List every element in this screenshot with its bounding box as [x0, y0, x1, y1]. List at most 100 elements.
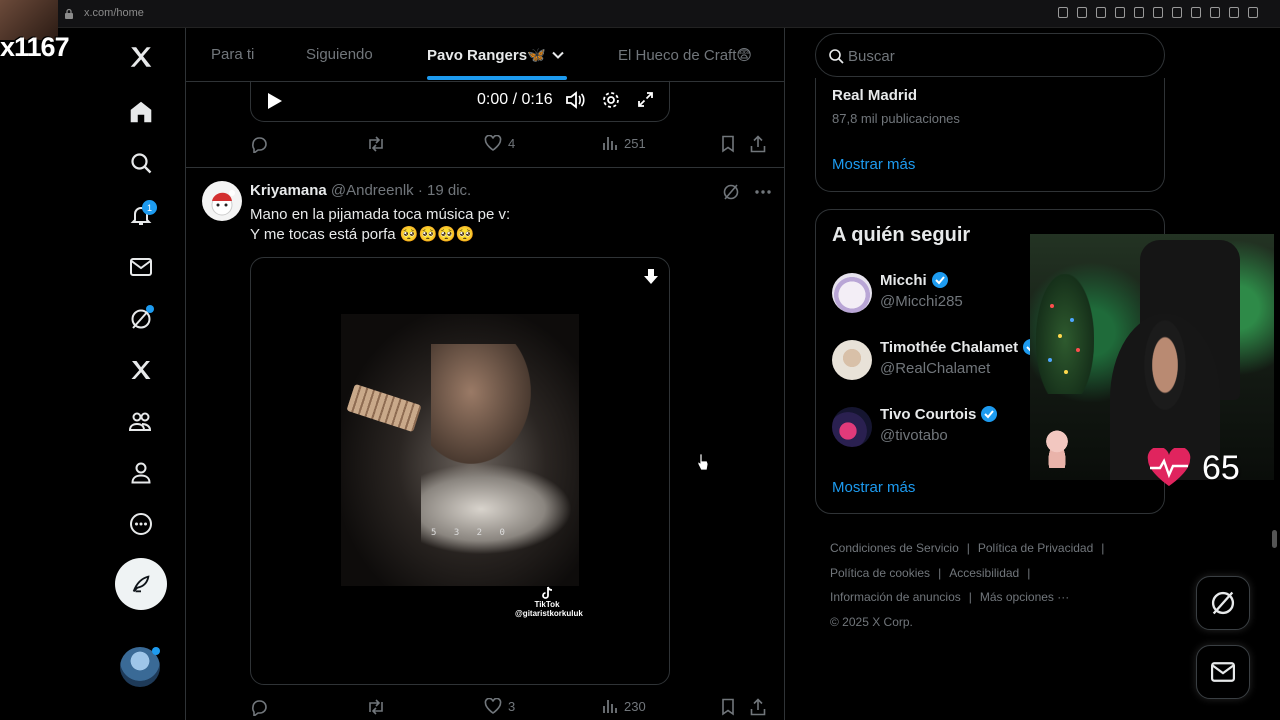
tweet-video-media[interactable]: 5 3 2 0 TikTok @gitaristkorkuluk [250, 257, 670, 685]
compose-post-button[interactable] [115, 558, 167, 610]
extensions-icon[interactable] [1210, 7, 1220, 18]
footer-ads-info-link[interactable]: Información de anuncios [830, 590, 961, 604]
reply-icon[interactable] [250, 135, 268, 153]
grok-floating-button[interactable] [1196, 576, 1250, 630]
suggestion-name-text: Timothée Chalamet [880, 338, 1019, 356]
suggestion-name[interactable]: Timothée Chalamet [880, 338, 1040, 356]
account-avatar[interactable] [120, 647, 160, 687]
views-button[interactable]: 251 [602, 135, 646, 151]
verified-badge-icon [931, 272, 948, 288]
avatar[interactable] [832, 407, 872, 447]
trends-show-more-link[interactable]: Mostrar más [832, 156, 915, 173]
streamer-webcam-overlay [1030, 234, 1274, 480]
more-icon[interactable] [124, 507, 158, 541]
pin-icon[interactable] [1077, 7, 1087, 18]
footer-cookies-link[interactable]: Política de cookies [830, 566, 930, 580]
footer-privacy-link[interactable]: Política de Privacidad [978, 541, 1093, 555]
avatar[interactable] [832, 273, 872, 313]
bookmark-page-icon[interactable] [1096, 7, 1106, 18]
account-status-dot [152, 647, 160, 655]
view-count: 230 [624, 698, 646, 714]
tweet-text-line: Y me tocas está porfa 🥺🥺🥺🥺 [250, 226, 475, 243]
search-icon[interactable] [124, 146, 158, 180]
active-tab-indicator [427, 76, 567, 80]
avatar[interactable] [832, 340, 872, 380]
notifications-badge: 1 [142, 200, 157, 215]
play-extension-icon[interactable] [1153, 7, 1163, 18]
messages-icon[interactable] [124, 250, 158, 284]
reply-icon[interactable] [250, 698, 268, 716]
zoom-icon[interactable] [1058, 7, 1068, 18]
messages-floating-button[interactable] [1196, 645, 1250, 699]
tab-para-ti[interactable]: Para ti [211, 46, 254, 63]
heart-extension-icon[interactable] [1172, 7, 1182, 18]
browser-extensions [1058, 7, 1258, 18]
like-count: 3 [508, 698, 516, 714]
suggestion-name[interactable]: Tivo Courtois [880, 405, 998, 423]
home-icon[interactable] [124, 95, 158, 129]
video-player-controls: 0:00 / 0:16 [250, 80, 670, 122]
tweet-author-avatar[interactable] [202, 181, 242, 221]
bookmark-icon[interactable] [721, 135, 735, 153]
tab-el-hueco-de-craft[interactable]: El Hueco de Craft😨 [618, 46, 752, 64]
hand-graphic [431, 344, 531, 464]
heart-rate-value: 65 [1202, 448, 1240, 487]
tweet-author-name[interactable]: Kriyamana [250, 182, 327, 199]
tiktok-label: TikTok [534, 600, 560, 609]
profile-menu-icon[interactable] [1248, 7, 1258, 18]
download-helper-icon[interactable] [1134, 7, 1144, 18]
tab-siguiendo[interactable]: Siguiendo [306, 46, 373, 63]
who-to-follow-show-more-link[interactable]: Mostrar más [832, 479, 915, 496]
mouse-cursor-hand [697, 453, 709, 471]
suggestion-handle: @Micchi285 [880, 293, 963, 310]
heart-icon [484, 135, 502, 151]
guitar-video-frame[interactable]: 5 3 2 0 TikTok @gitaristkorkuluk [341, 314, 583, 618]
settings-gear-icon[interactable] [602, 91, 620, 109]
post-divider [186, 167, 784, 168]
more-options-icon[interactable] [754, 189, 772, 195]
x-logo-icon[interactable] [124, 40, 158, 74]
footer-accessibility-link[interactable]: Accesibilidad [949, 566, 1019, 580]
fullscreen-icon[interactable] [637, 91, 654, 108]
x-premium-icon[interactable] [124, 353, 158, 387]
tab-pavo-rangers[interactable]: Pavo Rangers🦋 [427, 46, 546, 64]
sidebar-nav: 1 [110, 28, 174, 720]
search-input[interactable]: Buscar [848, 48, 895, 65]
like-button[interactable]: 3 [484, 698, 515, 714]
repost-icon[interactable] [366, 135, 386, 153]
wallet-icon[interactable] [1191, 7, 1201, 18]
like-button[interactable]: 4 [484, 135, 515, 151]
download-arrow-icon[interactable] [643, 268, 659, 286]
notifications-icon[interactable]: 1 [124, 198, 158, 232]
tweet-date[interactable]: · 19 dic. [418, 182, 471, 199]
volume-icon[interactable] [565, 91, 585, 109]
profile-icon[interactable] [124, 456, 158, 490]
grok-icon [1211, 591, 1235, 615]
search-box[interactable]: Buscar [815, 33, 1165, 77]
tweet-author-handle[interactable]: @Andreenlk [331, 182, 414, 199]
chevron-down-icon[interactable] [551, 48, 565, 62]
share-icon[interactable] [750, 135, 766, 153]
tiktok-icon [542, 586, 553, 599]
footer-more-options-link[interactable]: Más opciones ··· [980, 590, 1069, 604]
bookmark-icon[interactable] [721, 698, 735, 716]
address-bar[interactable]: x.com/home [84, 7, 144, 19]
suggestion-handle: @RealChalamet [880, 360, 991, 377]
tweet-text: Mano en la pijamada toca música pe v: Y … [250, 205, 510, 245]
shield-icon[interactable] [1115, 7, 1125, 18]
grok-icon[interactable] [124, 302, 158, 336]
views-button[interactable]: 230 [602, 698, 646, 714]
video-time: 0:00 / 0:16 [477, 91, 553, 108]
footer-terms-link[interactable]: Condiciones de Servicio [830, 541, 959, 555]
downloads-icon[interactable] [1229, 7, 1239, 18]
grok-explain-icon[interactable] [722, 183, 740, 201]
page-scrollbar[interactable] [1272, 530, 1277, 548]
suggestion-name[interactable]: Micchi [880, 271, 949, 289]
suggestion-name-text: Tivo Courtois [880, 405, 977, 423]
repost-icon[interactable] [366, 698, 386, 716]
play-icon[interactable] [267, 92, 283, 110]
trend-item-title[interactable]: Real Madrid [832, 87, 917, 104]
browser-toolbar: x.com/home [0, 0, 1280, 28]
share-icon[interactable] [750, 698, 766, 716]
communities-icon[interactable] [124, 405, 158, 439]
